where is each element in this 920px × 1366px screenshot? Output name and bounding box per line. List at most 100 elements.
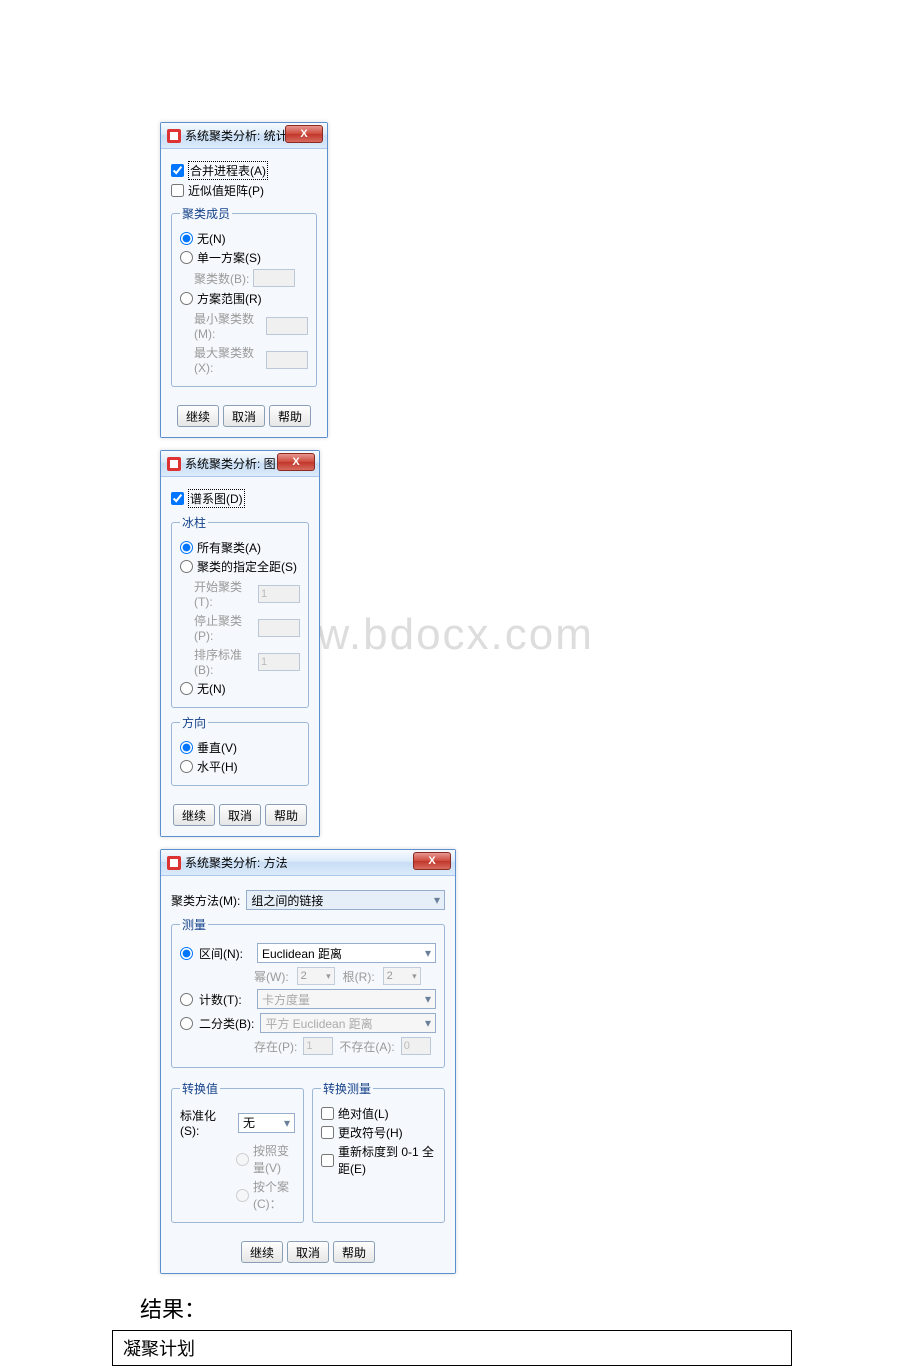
standardize-dropdown[interactable]: 无 ▾ <box>238 1113 295 1133</box>
absolute-checkbox[interactable] <box>321 1107 334 1120</box>
continue-button[interactable]: 继续 <box>173 804 215 826</box>
dendrogram-label: 谱系图(D) <box>188 489 245 508</box>
help-button[interactable]: 帮助 <box>333 1241 375 1263</box>
orientation-legend: 方向 <box>180 714 208 731</box>
binary-value: 平方 Euclidean 距离 <box>265 1015 372 1032</box>
app-icon <box>167 129 181 143</box>
chevron-down-icon: ▾ <box>412 971 417 982</box>
min-clusters-input <box>266 317 308 335</box>
max-clusters-label: 最大聚类数(X): <box>194 344 262 375</box>
standardize-label: 标准化(S): <box>180 1107 232 1138</box>
interval-label: 区间(N): <box>199 945 251 962</box>
by-case-radio <box>236 1189 249 1202</box>
continue-button[interactable]: 继续 <box>177 405 219 427</box>
stop-cluster-input <box>258 619 300 637</box>
close-button[interactable]: X <box>277 453 315 471</box>
clusters-count-input <box>253 269 295 287</box>
transform-measure-legend: 转换测量 <box>321 1080 373 1097</box>
range-radio[interactable] <box>180 292 193 305</box>
single-label: 单一方案(S) <box>197 249 261 266</box>
method-dropdown[interactable]: 组之间的链接 ▾ <box>246 890 445 910</box>
change-sign-label: 更改符号(H) <box>338 1124 403 1141</box>
prox-matrix-label: 近似值矩阵(P) <box>188 182 264 199</box>
change-sign-checkbox[interactable] <box>321 1126 334 1139</box>
dendrogram-checkbox[interactable] <box>171 492 184 505</box>
range-label: 方案范围(R) <box>197 290 262 307</box>
chevron-down-icon: ▾ <box>425 1016 431 1030</box>
count-value: 卡方度量 <box>262 991 310 1008</box>
by-input <box>258 653 300 671</box>
icicle-legend: 冰柱 <box>180 514 208 531</box>
icicle-none-label: 无(N) <box>197 680 226 697</box>
rescale-checkbox[interactable] <box>321 1154 334 1167</box>
stop-cluster-label: 停止聚类(P): <box>194 612 254 643</box>
measure-legend: 测量 <box>180 916 208 933</box>
dialog-title: 系统聚类分析: 方法 <box>185 854 451 871</box>
all-clusters-label: 所有聚类(A) <box>197 539 261 556</box>
close-button[interactable]: X <box>285 125 323 143</box>
binary-dropdown: 平方 Euclidean 距离 ▾ <box>260 1013 436 1033</box>
by-variable-radio <box>236 1153 249 1166</box>
interval-dropdown[interactable]: Euclidean 距离 ▾ <box>257 943 436 963</box>
chevron-down-icon: ▾ <box>326 971 331 982</box>
chevron-down-icon: ▾ <box>425 946 431 960</box>
help-button[interactable]: 帮助 <box>269 405 311 427</box>
prox-matrix-checkbox[interactable] <box>171 184 184 197</box>
standardize-value: 无 <box>243 1114 255 1131</box>
cluster-members-legend: 聚类成员 <box>180 205 232 222</box>
clusters-count-label: 聚类数(B): <box>194 270 249 287</box>
transform-measure-fieldset: 转换测量 绝对值(L) 更改符号(H) 重新标度到 0-1 全距(E) <box>312 1080 445 1223</box>
by-case-label: 按个案(C)： <box>253 1178 295 1212</box>
method-value: 组之间的链接 <box>251 892 323 909</box>
absolute-label: 绝对值(L) <box>338 1105 389 1122</box>
dialog-plots: 系统聚类分析: 图 X 谱系图(D) 冰柱 所有聚类(A) 聚类的指定全距(S)… <box>160 450 320 837</box>
titlebar: 系统聚类分析: 方法 X <box>161 850 455 876</box>
chevron-down-icon: ▾ <box>434 893 440 907</box>
titlebar: 系统聚类分析: 统计 X <box>161 123 327 149</box>
vertical-radio[interactable] <box>180 741 193 754</box>
result-table-cell: 凝聚计划 <box>112 1330 792 1366</box>
cancel-button[interactable]: 取消 <box>287 1241 329 1263</box>
cluster-members-fieldset: 聚类成员 无(N) 单一方案(S) 聚类数(B): 方案范围(R) 最小聚类数(… <box>171 205 317 387</box>
orientation-fieldset: 方向 垂直(V) 水平(H) <box>171 714 309 786</box>
measure-fieldset: 测量 区间(N): Euclidean 距离 ▾ 幂(W): 2▾ 根(R): … <box>171 916 445 1068</box>
close-icon: X <box>300 128 307 140</box>
cancel-button[interactable]: 取消 <box>223 405 265 427</box>
specified-range-radio[interactable] <box>180 560 193 573</box>
single-radio[interactable] <box>180 251 193 264</box>
chevron-down-icon: ▾ <box>284 1116 290 1130</box>
titlebar: 系统聚类分析: 图 X <box>161 451 319 477</box>
app-icon <box>167 856 181 870</box>
by-variable-label: 按照变量(V) <box>253 1142 295 1176</box>
dialog-method: 系统聚类分析: 方法 X 聚类方法(M): 组之间的链接 ▾ 测量 区间(N):… <box>160 849 456 1274</box>
chevron-down-icon: ▾ <box>425 992 431 1006</box>
cancel-button[interactable]: 取消 <box>219 804 261 826</box>
absent-input <box>401 1037 431 1055</box>
none-label: 无(N) <box>197 230 226 247</box>
binary-radio[interactable] <box>180 1017 193 1030</box>
close-button[interactable]: X <box>413 852 451 870</box>
all-clusters-radio[interactable] <box>180 541 193 554</box>
max-clusters-input <box>266 351 308 369</box>
min-clusters-label: 最小聚类数(M): <box>194 310 262 341</box>
start-cluster-label: 开始聚类(T): <box>194 578 254 609</box>
specified-range-label: 聚类的指定全距(S) <box>197 558 297 575</box>
present-label: 存在(P): <box>254 1038 297 1055</box>
dialog-statistics: 系统聚类分析: 统计 X 合并进程表(A) 近似值矩阵(P) 聚类成员 无(N)… <box>160 122 328 438</box>
power-dropdown: 2▾ <box>297 967 335 985</box>
transform-values-legend: 转换值 <box>180 1080 220 1097</box>
help-button[interactable]: 帮助 <box>265 804 307 826</box>
rescale-label: 重新标度到 0-1 全距(E) <box>338 1143 436 1177</box>
icicle-none-radio[interactable] <box>180 682 193 695</box>
none-radio[interactable] <box>180 232 193 245</box>
power-label: 幂(W): <box>254 968 289 985</box>
merge-table-checkbox[interactable] <box>171 164 184 177</box>
interval-radio[interactable] <box>180 947 193 960</box>
method-label: 聚类方法(M): <box>171 892 240 909</box>
count-radio[interactable] <box>180 993 193 1006</box>
count-label: 计数(T): <box>199 991 251 1008</box>
binary-label: 二分类(B): <box>199 1015 254 1032</box>
continue-button[interactable]: 继续 <box>241 1241 283 1263</box>
horizontal-radio[interactable] <box>180 760 193 773</box>
close-icon: X <box>292 456 299 468</box>
